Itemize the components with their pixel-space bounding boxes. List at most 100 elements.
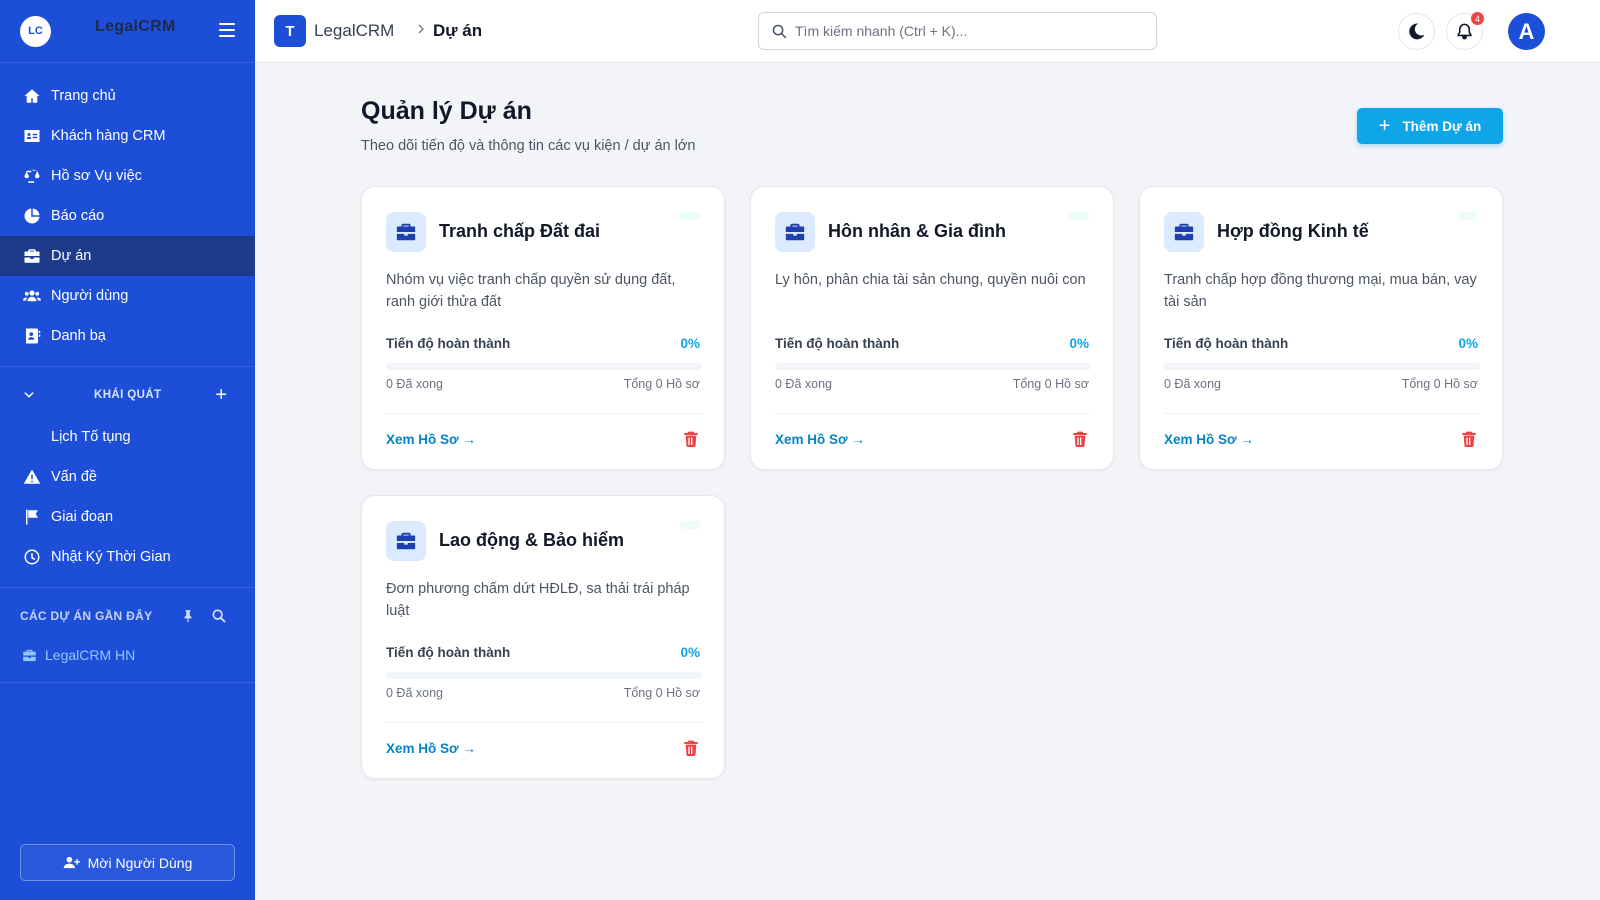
project-title: Hôn nhân & Gia đình	[828, 221, 1006, 241]
add-section-item-button[interactable]: +	[215, 385, 227, 405]
view-files-link[interactable]: Xem Hồ Sơ →	[1164, 432, 1254, 447]
sidebar-item-projects[interactable]: Dự án	[0, 236, 255, 276]
project-card[interactable]: Lao động & Bảo hiểm Đơn phương chấm dứt …	[361, 495, 725, 779]
pie-chart-icon	[22, 206, 42, 226]
status-pill	[1458, 212, 1478, 220]
project-card[interactable]: Hợp đồng Kinh tế Tranh chấp hợp đồng thư…	[1139, 186, 1503, 470]
add-project-label: Thêm Dự án	[1402, 118, 1482, 134]
done-count: 0 Đã xong	[386, 686, 443, 700]
recent-projects-title: CÁC DỰ ÁN GẦN ĐÂY	[20, 609, 153, 623]
sidebar-item-label: Người dùng	[51, 288, 129, 304]
project-description: Tranh chấp hợp đồng thương mại, mua bán,…	[1164, 272, 1477, 310]
theme-toggle-button[interactable]	[1398, 13, 1435, 50]
section-title: KHÁI QUÁT	[94, 389, 162, 401]
recent-project-label: LegalCRM HN	[45, 647, 136, 663]
done-count: 0 Đã xong	[775, 377, 832, 391]
briefcase-icon	[23, 649, 36, 661]
project-card[interactable]: Tranh chấp Đất đai Nhóm vụ việc tranh ch…	[361, 186, 725, 470]
recent-project-item[interactable]: LegalCRM HN	[0, 638, 255, 672]
view-files-link[interactable]: Xem Hồ Sơ →	[386, 741, 476, 756]
page-title: Quản lý Dự án	[361, 97, 532, 125]
menu-toggle-icon[interactable]	[219, 23, 235, 37]
sidebar-item-cases[interactable]: Hồ sơ Vụ việc	[0, 156, 255, 196]
app-logo[interactable]: T	[274, 15, 306, 47]
done-count: 0 Đã xong	[386, 377, 443, 391]
project-title: Hợp đồng Kinh tế	[1217, 221, 1369, 241]
total-count: Tổng 0 Hồ sơ	[623, 377, 700, 391]
trash-icon[interactable]	[1073, 431, 1089, 447]
sidebar: LC LegalCRM Trang chủ Khách hàng CRM Hồ …	[0, 0, 255, 900]
progress-label: Tiến độ hoàn thành	[386, 336, 511, 351]
topbar: T LegalCRM Dự án 4 A	[255, 0, 1600, 63]
sidebar-item-issues[interactable]: Vấn đề	[0, 457, 255, 497]
progress-value: 0%	[1458, 336, 1478, 351]
chevron-right-icon	[415, 22, 427, 38]
breadcrumb-app[interactable]: LegalCRM	[314, 21, 394, 41]
add-project-button[interactable]: + Thêm Dự án	[1357, 108, 1503, 144]
sidebar-item-home[interactable]: Trang chủ	[0, 76, 255, 116]
trash-icon[interactable]	[684, 431, 700, 447]
breadcrumb-current: Dự án	[433, 21, 483, 40]
trash-icon[interactable]	[1462, 431, 1478, 447]
progress-bar	[386, 672, 702, 679]
view-files-link[interactable]: Xem Hồ Sơ →	[386, 432, 476, 447]
search-icon	[772, 24, 787, 38]
progress-value: 0%	[1069, 336, 1089, 351]
user-plus-icon	[63, 856, 80, 869]
users-icon	[22, 286, 42, 306]
section-overview-header[interactable]: KHÁI QUÁT +	[0, 373, 255, 417]
briefcase-icon	[386, 212, 426, 252]
invite-user-label: Mời Người Dùng	[87, 854, 193, 871]
progress-value: 0%	[680, 645, 700, 660]
invite-user-button[interactable]: Mời Người Dùng	[20, 844, 235, 881]
divider	[1164, 413, 1480, 414]
notifications-button[interactable]: 4	[1446, 12, 1484, 50]
brand-logo[interactable]: LC	[20, 15, 51, 47]
progress-label: Tiến độ hoàn thành	[386, 645, 511, 660]
sidebar-item-stages[interactable]: Giai đoạn	[0, 497, 255, 537]
progress-label: Tiến độ hoàn thành	[775, 336, 900, 351]
brand-name: LegalCRM	[95, 18, 176, 35]
sidebar-item-label: Vấn đề	[51, 469, 97, 485]
home-icon	[22, 86, 42, 106]
status-pill	[1069, 212, 1089, 220]
trash-icon[interactable]	[684, 740, 700, 756]
notification-badge: 4	[1471, 12, 1484, 25]
divider	[386, 413, 702, 414]
search-box[interactable]	[758, 12, 1157, 50]
avatar[interactable]: A	[1508, 13, 1545, 50]
recent-projects-header: CÁC DỰ ÁN GẦN ĐÂY	[0, 594, 255, 638]
search-icon[interactable]	[211, 608, 227, 624]
progress-label: Tiến độ hoàn thành	[1164, 336, 1289, 351]
warning-icon	[22, 467, 42, 487]
divider	[0, 587, 255, 588]
chevron-down-icon[interactable]	[22, 388, 36, 402]
sidebar-item-contacts[interactable]: Danh bạ	[0, 316, 255, 356]
total-count: Tổng 0 Hồ sơ	[1012, 377, 1089, 391]
search-input[interactable]	[795, 23, 1125, 39]
divider	[386, 722, 702, 723]
done-count: 0 Đã xong	[1164, 377, 1221, 391]
sidebar-item-crm[interactable]: Khách hàng CRM	[0, 116, 255, 156]
scale-icon	[22, 166, 42, 186]
sidebar-item-label: Trang chủ	[51, 88, 116, 104]
sidebar-item-users[interactable]: Người dùng	[0, 276, 255, 316]
sidebar-item-label: Hồ sơ Vụ việc	[51, 168, 142, 184]
sidebar-header: LC LegalCRM	[0, 0, 255, 63]
project-card[interactable]: Hôn nhân & Gia đình Ly hôn, phân chia tà…	[750, 186, 1114, 470]
sidebar-item-label: Giai đoạn	[51, 509, 114, 525]
sidebar-item-label: Khách hàng CRM	[51, 128, 166, 144]
total-count: Tổng 0 Hồ sơ	[1401, 377, 1478, 391]
view-files-link[interactable]: Xem Hồ Sơ →	[775, 432, 865, 447]
sidebar-nav: Trang chủ Khách hàng CRM Hồ sơ Vụ việc B…	[0, 63, 255, 356]
sidebar-item-court-calendar[interactable]: Lịch Tố tụng	[0, 417, 255, 457]
sidebar-item-time-log[interactable]: Nhật Ký Thời Gian	[0, 537, 255, 577]
briefcase-icon	[775, 212, 815, 252]
clock-icon	[22, 547, 42, 567]
pin-icon[interactable]	[181, 608, 195, 624]
status-pill	[680, 521, 700, 529]
divider	[0, 682, 255, 683]
sidebar-item-label: Lịch Tố tụng	[51, 429, 131, 445]
sidebar-item-reports[interactable]: Báo cáo	[0, 196, 255, 236]
plus-icon: +	[1378, 115, 1391, 137]
